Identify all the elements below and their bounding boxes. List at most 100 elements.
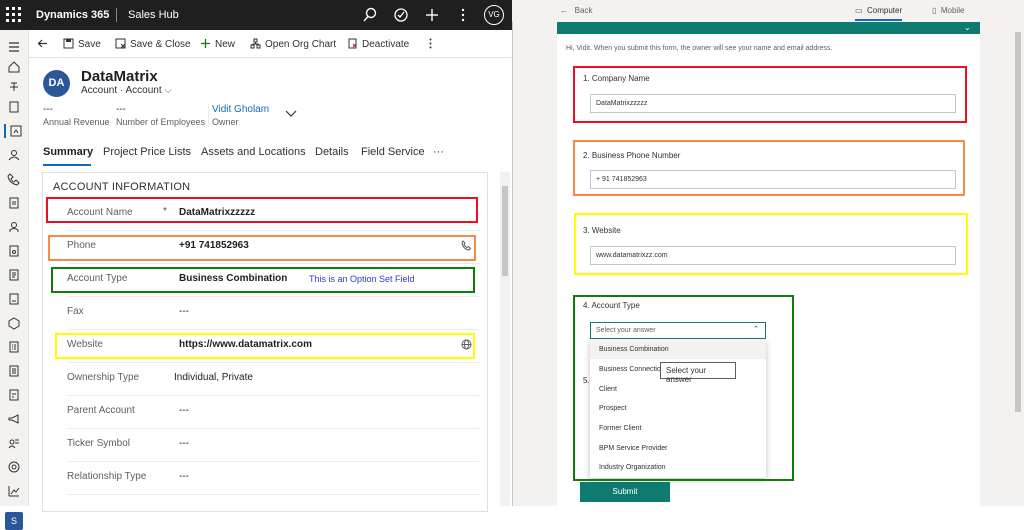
save-button[interactable]: Save <box>63 38 101 50</box>
invoice-icon[interactable] <box>7 244 21 258</box>
task-check-icon[interactable] <box>393 7 409 23</box>
accounts-icon[interactable] <box>4 124 22 138</box>
annotation-box-green <box>573 295 794 481</box>
owner-link[interactable]: Vidit Gholam <box>212 104 269 115</box>
fax-input[interactable]: --- <box>179 306 189 317</box>
clipboard-icon[interactable] <box>7 100 21 114</box>
deactivate-button[interactable]: Deactivate <box>347 38 409 50</box>
tab-more[interactable]: ··· <box>433 146 444 158</box>
search-icon[interactable] <box>362 7 378 23</box>
annotation-box-orange <box>573 140 965 196</box>
org-chart-button[interactable]: Open Org Chart <box>250 38 336 50</box>
field-label: Fax <box>67 306 84 317</box>
product-icon[interactable] <box>7 316 21 330</box>
owner-label: Owner <box>212 117 239 127</box>
annotation-box-red <box>46 197 478 223</box>
record-type: Account · Account <box>81 85 162 96</box>
goal-icon[interactable] <box>7 460 21 474</box>
quote-icon[interactable] <box>7 268 21 282</box>
field-row-ownership-type: Ownership Type Individual, Private <box>67 364 479 396</box>
save-close-icon <box>115 38 126 49</box>
tab-project-price-lists[interactable]: Project Price Lists <box>103 146 191 158</box>
save-icon <box>63 38 74 49</box>
field-row-fax: Fax --- <box>67 298 479 330</box>
submit-button[interactable]: Submit <box>580 482 670 502</box>
parent-account-lookup[interactable]: --- <box>179 405 189 416</box>
command-bar: Save Save & Close New Open Org Chart Dea… <box>29 30 512 58</box>
device-computer-tab[interactable]: ▭ Computer <box>855 6 903 21</box>
left-nav: S <box>0 30 29 530</box>
marketing-list-icon[interactable] <box>7 388 21 402</box>
org-chart-label: Open Org Chart <box>265 39 337 50</box>
chevron-down-icon: ⌵ <box>164 85 172 96</box>
more-vertical-icon[interactable] <box>455 7 471 23</box>
new-label: New <box>215 39 236 50</box>
save-close-button[interactable]: Save & Close <box>115 38 191 50</box>
form-more-icon[interactable]: ⌄ <box>964 23 971 32</box>
area-switcher-icon[interactable]: S <box>5 512 23 530</box>
kpi-label: Number of Employees <box>116 117 206 127</box>
annotation-box-green <box>51 267 475 293</box>
save-close-label: Save & Close <box>130 39 191 50</box>
divider <box>208 103 209 127</box>
more-commands-icon[interactable] <box>425 38 436 52</box>
deactivate-label: Deactivate <box>362 39 410 50</box>
preview-scrollbar[interactable] <box>1013 22 1024 506</box>
plus-icon <box>200 38 211 49</box>
ownership-type-select[interactable]: Individual, Private <box>174 372 253 383</box>
annotation-box-yellow <box>574 213 968 275</box>
form-scrollbar[interactable] <box>500 172 510 506</box>
annotation-box-red <box>573 66 967 123</box>
app-name[interactable]: Sales Hub <box>128 9 179 21</box>
new-button[interactable]: New <box>200 38 235 50</box>
record-form-selector[interactable]: Account · Account ⌵ <box>81 85 172 96</box>
record-name: DataMatrix <box>81 68 158 85</box>
contact-icon[interactable] <box>7 148 21 162</box>
divider <box>116 8 117 22</box>
hamburger-icon[interactable] <box>7 40 21 54</box>
price-list-icon[interactable] <box>7 340 21 354</box>
scrollbar-thumb[interactable] <box>1015 32 1021 412</box>
scrollbar-thumb[interactable] <box>502 186 508 276</box>
field-label: Relationship Type <box>67 471 147 482</box>
device-mobile-tab[interactable]: ▯ Mobile <box>932 6 964 15</box>
computer-label: Computer <box>867 6 903 15</box>
order-icon[interactable] <box>7 292 21 306</box>
tab-summary[interactable]: Summary <box>43 146 93 158</box>
user-avatar[interactable]: VG <box>484 5 504 25</box>
tab-assets-locations[interactable]: Assets and Locations <box>201 146 306 158</box>
annotation-box-orange <box>48 235 476 261</box>
document-icon[interactable] <box>7 196 21 210</box>
field-label: Ticker Symbol <box>67 438 130 449</box>
person-icon[interactable] <box>7 220 21 234</box>
kpi-value: --- <box>116 104 126 115</box>
field-label: Ownership Type <box>67 372 140 383</box>
home-icon[interactable] <box>7 60 21 74</box>
megaphone-icon[interactable] <box>7 412 21 426</box>
tab-details[interactable]: Details <box>315 146 349 158</box>
field-row-relationship-type: Relationship Type --- <box>67 463 479 495</box>
form-header-band <box>557 22 980 34</box>
competitor-icon[interactable] <box>7 436 21 450</box>
tab-field-service[interactable]: Field Service <box>361 146 425 158</box>
kpi-value: --- <box>43 104 53 115</box>
pin-icon[interactable] <box>7 80 21 94</box>
org-chart-icon <box>250 38 261 49</box>
phone-icon[interactable] <box>7 172 21 186</box>
relationship-type-select[interactable]: --- <box>179 471 189 482</box>
back-arrow-icon[interactable] <box>37 38 48 52</box>
chart-icon[interactable] <box>7 484 21 498</box>
header-expand-chevron-icon[interactable] <box>285 110 297 121</box>
save-label: Save <box>78 39 101 50</box>
add-icon[interactable] <box>424 7 440 23</box>
record-avatar: DA <box>43 70 70 97</box>
form-intro-text: Hi, Vidit. When you submit this form, th… <box>566 45 833 52</box>
ticker-symbol-input[interactable]: --- <box>179 438 189 449</box>
back-button[interactable]: ← Back <box>560 6 592 15</box>
brand-title[interactable]: Dynamics 365 <box>36 9 109 21</box>
app-launcher-icon[interactable] <box>6 7 22 23</box>
mobile-label: Mobile <box>940 6 965 15</box>
tab-active-indicator <box>43 164 91 166</box>
list-icon[interactable] <box>7 364 21 378</box>
field-row-ticker-symbol: Ticker Symbol --- <box>67 430 479 462</box>
